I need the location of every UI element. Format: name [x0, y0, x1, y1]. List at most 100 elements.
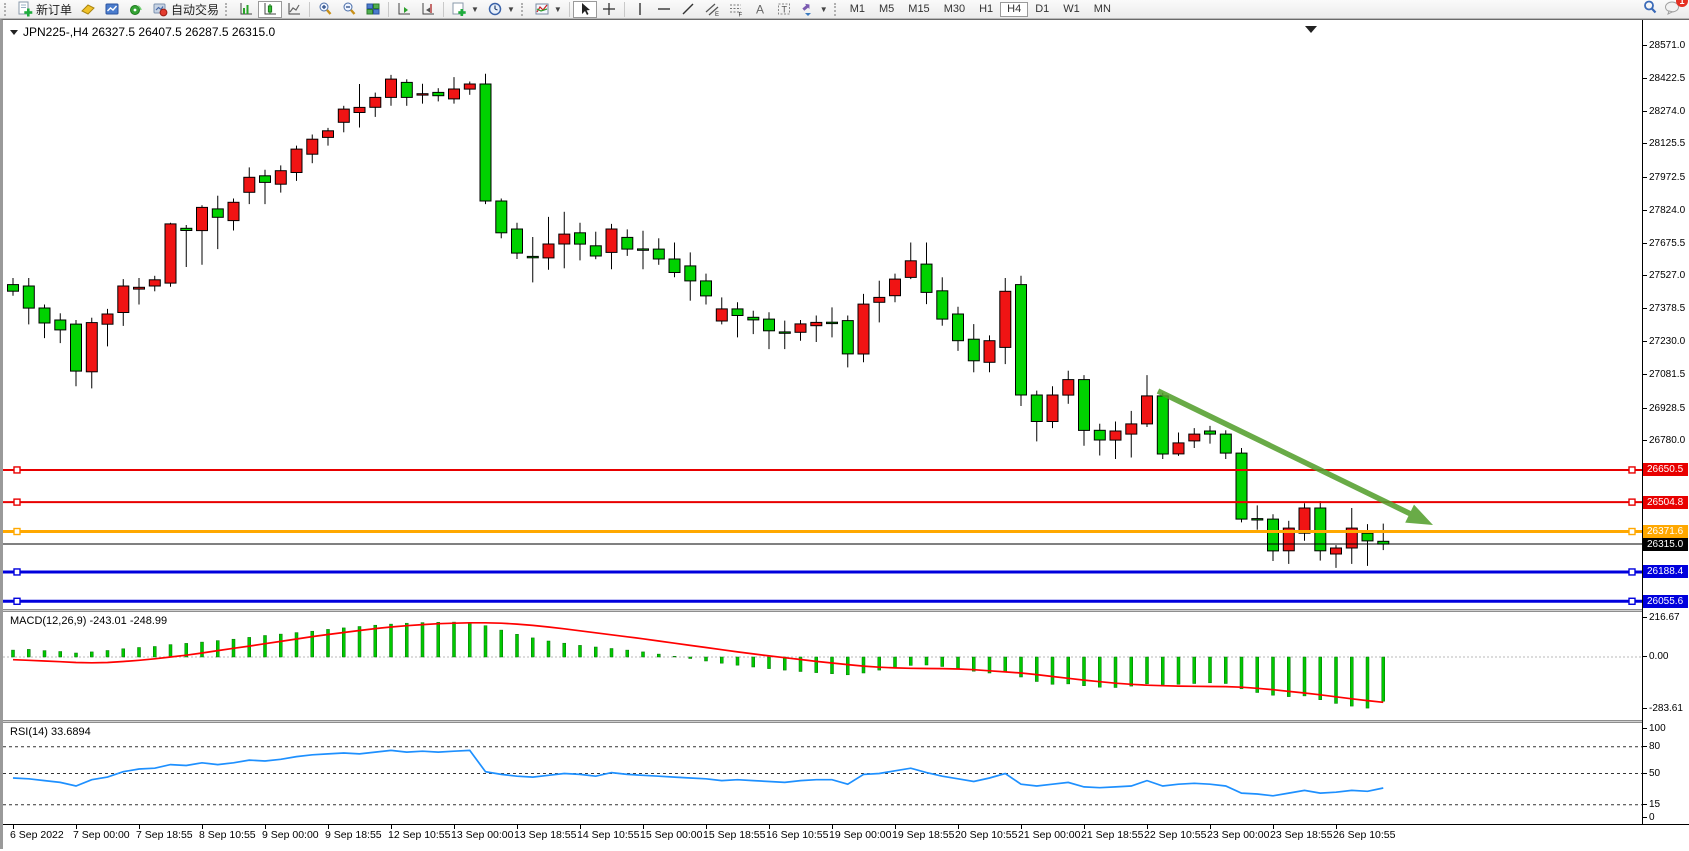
price-tag-26650.5[interactable]: 26650.5	[1643, 463, 1688, 476]
timeframe-d1[interactable]: D1	[1028, 2, 1056, 17]
line-handle[interactable]	[14, 529, 20, 535]
dropdown-caret: ▼	[820, 5, 828, 14]
macd-bar	[925, 657, 928, 665]
text-icon: A	[752, 1, 768, 17]
line-handle[interactable]	[14, 467, 20, 473]
price-tag-26504.8[interactable]: 26504.8	[1643, 496, 1688, 509]
new-order-button[interactable]: 新订单	[13, 1, 76, 18]
chart-window-button[interactable]	[100, 1, 124, 18]
macd-bar	[453, 622, 456, 657]
arrows-icon	[800, 1, 816, 17]
trend-arrow[interactable]	[1158, 391, 1433, 525]
toolbar-grip[interactable]	[4, 3, 10, 16]
timeframe-h4[interactable]: H4	[1000, 2, 1028, 17]
candle-body	[685, 266, 696, 281]
candle-body	[512, 229, 523, 253]
macd-bar	[1193, 657, 1196, 684]
new-chart-dropdown[interactable]: ▼	[447, 1, 483, 18]
price-tag-26188.4[interactable]: 26188.4	[1643, 565, 1688, 578]
zoom-in-button[interactable]	[313, 1, 337, 18]
text-label-button[interactable]: T	[772, 1, 796, 18]
macd-bar	[122, 649, 125, 657]
text-button[interactable]: A	[748, 1, 772, 18]
date-label: 6 Sep 2022	[10, 829, 64, 841]
macd-bar	[43, 651, 46, 657]
toolbar-grip[interactable]	[834, 3, 840, 16]
trendline-button[interactable]	[676, 1, 700, 18]
line-objects-layer	[3, 467, 1646, 604]
chart-shift-button[interactable]	[416, 1, 440, 18]
timeframe-mn[interactable]: MN	[1087, 2, 1118, 17]
line-chart-button[interactable]	[282, 1, 306, 18]
timeframe-m5[interactable]: M5	[872, 2, 901, 17]
auto-scroll-button[interactable]	[392, 1, 416, 18]
main-chart-pane[interactable]: JPN225-,H4 26327.5 26407.5 26287.5 26315…	[3, 20, 1646, 609]
timeframe-m1[interactable]: M1	[843, 2, 872, 17]
equidistant-channel-button[interactable]: E	[700, 1, 724, 18]
candle-body	[228, 202, 239, 220]
crosshair-button[interactable]	[597, 1, 621, 18]
candle-body	[1299, 508, 1310, 533]
toolbar-grip[interactable]	[521, 3, 527, 16]
candle-body	[1173, 443, 1184, 454]
macd-bar	[1161, 657, 1164, 685]
candle-body	[1205, 431, 1216, 434]
line-handle[interactable]	[14, 499, 20, 505]
search-button[interactable]	[1642, 0, 1658, 20]
timeframe-m15[interactable]: M15	[901, 2, 936, 17]
timeframe-m30[interactable]: M30	[937, 2, 972, 17]
vertical-line-button[interactable]	[628, 1, 652, 18]
timeframe-h1[interactable]: H1	[972, 2, 1000, 17]
candle-body	[622, 237, 633, 249]
candle-body	[1016, 285, 1027, 395]
notifications-button[interactable]: 1	[1664, 0, 1681, 20]
indicators-dropdown[interactable]: ▼	[530, 1, 566, 18]
candlestick-chart-button[interactable]	[258, 1, 282, 18]
zoom-out-button[interactable]	[337, 1, 361, 18]
chart-shift-marker[interactable]	[1305, 26, 1317, 33]
price-tag-26315.0[interactable]: 26315.0	[1643, 538, 1688, 551]
rsi-pane[interactable]: RSI(14) 33.6894	[3, 723, 1646, 824]
line-handle[interactable]	[14, 569, 20, 575]
candle-body	[874, 297, 885, 302]
arrows-dropdown[interactable]: ▼	[796, 1, 832, 18]
profiles-clock-dropdown[interactable]: ▼	[483, 1, 519, 18]
date-label: 13 Sep 00:00	[451, 829, 513, 841]
timeframe-w1[interactable]: W1	[1056, 2, 1087, 17]
candle-body	[323, 131, 334, 138]
macd-bar	[153, 647, 156, 658]
chart-window: JPN225-,H4 26327.5 26407.5 26287.5 26315…	[0, 19, 1689, 849]
horizontal-line-button[interactable]	[652, 1, 676, 18]
line-handle[interactable]	[14, 598, 20, 604]
bar-chart-button[interactable]	[234, 1, 258, 18]
line-handle[interactable]	[1629, 569, 1635, 575]
chart-title: JPN225-,H4 26327.5 26407.5 26287.5 26315…	[23, 25, 275, 39]
price-tag-26371.6[interactable]: 26371.6	[1643, 525, 1688, 538]
candle-body	[590, 246, 601, 256]
candle-body	[1094, 430, 1105, 440]
line-handle[interactable]	[1629, 529, 1635, 535]
toolbar-grip[interactable]	[225, 3, 231, 16]
toolbar: 新订单 自动交易	[0, 0, 1689, 19]
price-tag-26055.6[interactable]: 26055.6	[1643, 595, 1688, 608]
candle-body	[244, 177, 255, 192]
metaeditor-button[interactable]	[76, 1, 100, 18]
cursor-button[interactable]	[573, 1, 597, 18]
crosshair-icon	[601, 1, 617, 17]
tile-windows-button[interactable]	[361, 1, 385, 18]
macd-label: MACD(12,26,9) -243.01 -248.99	[10, 615, 167, 627]
fibonacci-button[interactable]: F	[724, 1, 748, 18]
macd-bar	[75, 653, 78, 657]
fibonacci-icon: F	[728, 1, 744, 17]
macd-bar	[673, 656, 676, 657]
candle-body	[386, 79, 397, 97]
line-handle[interactable]	[1629, 467, 1635, 473]
chart-context-toggle-icon[interactable]	[10, 30, 18, 35]
signals-button[interactable]	[124, 1, 148, 18]
macd-bar	[1051, 657, 1054, 684]
rsi-line	[13, 750, 1383, 795]
line-handle[interactable]	[1629, 499, 1635, 505]
macd-pane[interactable]: MACD(12,26,9) -243.01 -248.99	[3, 612, 1646, 720]
line-handle[interactable]	[1629, 598, 1635, 604]
autotrading-button[interactable]: 自动交易	[148, 1, 223, 18]
